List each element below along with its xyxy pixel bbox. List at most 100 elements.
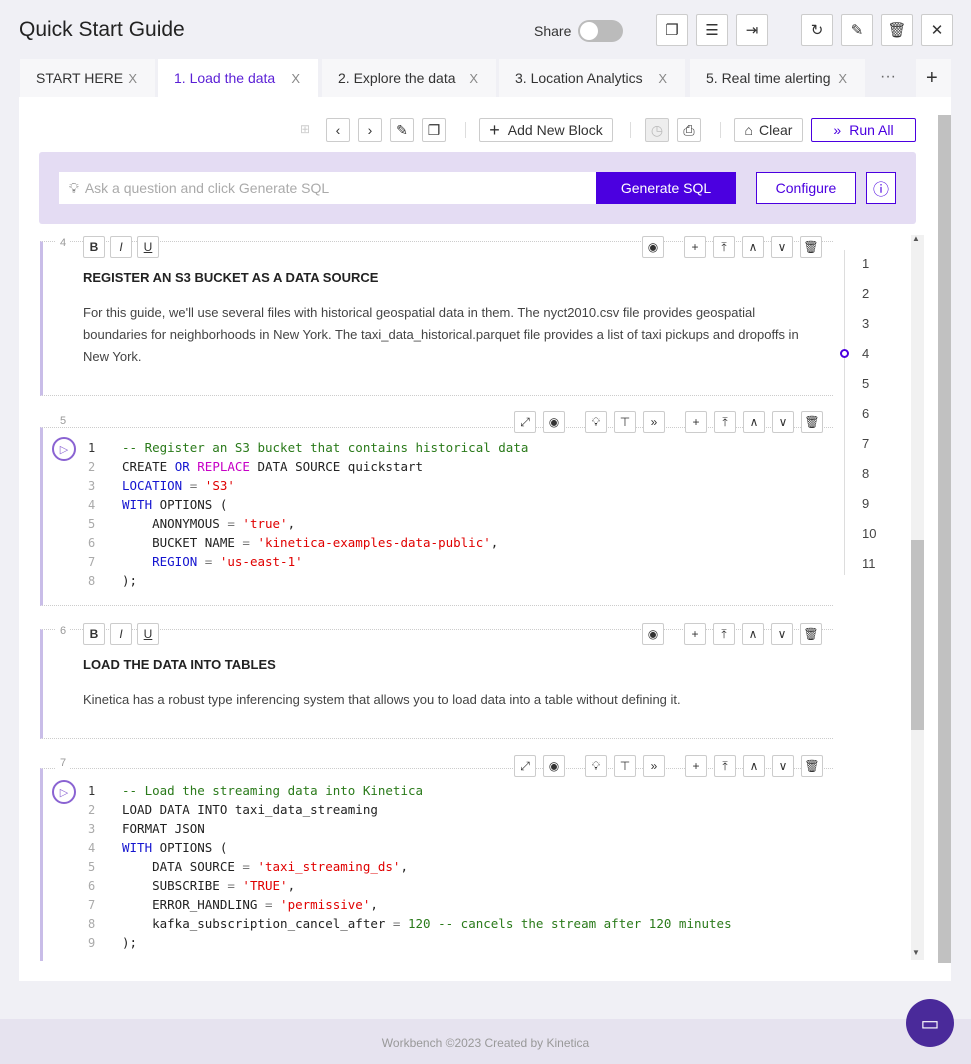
eye-icon[interactable]: ◉ (543, 755, 565, 777)
tab-start-here[interactable]: START HERE X (20, 59, 155, 97)
export-icon[interactable]: ⇥ (736, 14, 768, 46)
italic-button[interactable]: I (110, 236, 132, 258)
move-down-icon[interactable]: ∨ (772, 411, 794, 433)
outline-item[interactable]: 8 (862, 466, 869, 481)
line-number: 5 (88, 859, 96, 874)
underline-button[interactable]: U (137, 236, 159, 258)
outline-item[interactable]: 10 (862, 526, 876, 541)
add-new-block-button[interactable]: + Add New Block (479, 118, 613, 142)
prev-button[interactable]: ‹ (326, 118, 350, 142)
expand-icon[interactable]: ⤢ (514, 411, 536, 433)
next-button[interactable]: › (358, 118, 382, 142)
run-all-button[interactable]: » Run All (811, 118, 916, 142)
close-icon[interactable]: X (291, 71, 300, 86)
trash-icon[interactable]: 🗑 (801, 411, 823, 433)
line-number: 8 (88, 916, 96, 931)
scroll-down-arrow[interactable]: ▼ (912, 948, 920, 957)
trash-icon[interactable]: 🗑 (801, 755, 823, 777)
eye-icon[interactable]: ◉ (543, 411, 565, 433)
tab-location-analytics[interactable]: 3. Location Analytics X (499, 59, 685, 97)
outline-item[interactable]: 4 (862, 346, 869, 361)
outer-scrollbar[interactable] (938, 115, 951, 963)
add-tab-button[interactable]: + (916, 59, 951, 97)
chat-icon[interactable]: ▭ (906, 999, 954, 1047)
double-chevron-icon[interactable]: » (643, 411, 665, 433)
eye-icon[interactable]: ◉ (642, 236, 664, 258)
hierarchy-icon[interactable]: ⊤ (614, 755, 636, 777)
run-cell-button[interactable]: ▷ (52, 780, 76, 804)
refresh-icon[interactable]: ↻ (801, 14, 833, 46)
layout-icon[interactable]: ☰ (696, 14, 728, 46)
outline-item[interactable]: 2 (862, 286, 869, 301)
outline-item[interactable]: 3 (862, 316, 869, 331)
lightbulb-icon[interactable]: 💡︎ (585, 755, 607, 777)
move-up-icon[interactable]: ∧ (742, 236, 764, 258)
outline-item[interactable]: 9 (862, 496, 869, 511)
plus-icon[interactable]: + (685, 411, 707, 433)
move-top-icon[interactable]: ⤒ (714, 755, 736, 777)
history-icon[interactable]: ◷ (645, 118, 669, 142)
move-up-icon[interactable]: ∧ (743, 755, 765, 777)
outline-item[interactable]: 5 (862, 376, 869, 391)
outline-item[interactable]: 1 (862, 256, 869, 271)
move-top-icon[interactable]: ⤒ (714, 411, 736, 433)
clear-button[interactable]: ⌂ Clear (734, 118, 803, 142)
edit-icon[interactable]: ✎ (841, 14, 873, 46)
copy-icon[interactable]: ❐ (656, 14, 688, 46)
move-up-icon[interactable]: ∧ (742, 623, 764, 645)
more-tabs-button[interactable]: ··· (880, 68, 896, 86)
double-chevron-icon[interactable]: » (643, 755, 665, 777)
code-text: -- Register an S3 bucket that contains h… (122, 440, 528, 455)
question-input[interactable]: 💡︎ Ask a question and click Generate SQL (59, 172, 596, 204)
generate-sql-button[interactable]: Generate SQL (596, 172, 736, 204)
italic-button[interactable]: I (110, 623, 132, 645)
share-toggle[interactable] (578, 20, 623, 42)
line-number: 1 (88, 783, 96, 798)
copy-icon[interactable]: ❐ (422, 118, 446, 142)
underline-button[interactable]: U (137, 623, 159, 645)
tab-explore-data[interactable]: 2. Explore the data X (322, 59, 496, 97)
tab-real-time-alerting[interactable]: 5. Real time alerting X (690, 59, 865, 97)
outline-item[interactable]: 6 (862, 406, 869, 421)
plus-icon[interactable]: + (684, 236, 706, 258)
markdown-cell[interactable] (40, 629, 833, 739)
outline-item[interactable]: 11 (862, 556, 876, 571)
move-down-icon[interactable]: ∨ (772, 755, 794, 777)
move-top-icon[interactable]: ⤒ (713, 236, 735, 258)
move-up-icon[interactable]: ∧ (743, 411, 765, 433)
close-icon[interactable]: ✕ (921, 14, 953, 46)
expand-icon[interactable]: ⤢ (514, 755, 536, 777)
run-cell-button[interactable]: ▷ (52, 437, 76, 461)
info-icon[interactable]: ⓘ (866, 172, 896, 204)
print-icon[interactable]: ⎙ (677, 118, 701, 142)
configure-button[interactable]: Configure (756, 172, 856, 204)
move-down-icon[interactable]: ∨ (771, 236, 793, 258)
move-top-icon[interactable]: ⤒ (713, 623, 735, 645)
outline-item[interactable]: 7 (862, 436, 869, 451)
bold-button[interactable]: B (83, 623, 105, 645)
trash-icon[interactable]: 🗑 (800, 236, 822, 258)
hierarchy-icon[interactable]: ⊤ (614, 411, 636, 433)
line-number: 1 (88, 440, 96, 455)
plus-icon[interactable]: + (684, 623, 706, 645)
bold-button[interactable]: B (83, 236, 105, 258)
plus-icon[interactable]: + (685, 755, 707, 777)
trash-icon[interactable]: 🗑 (800, 623, 822, 645)
scrollbar-thumb[interactable] (911, 540, 924, 730)
eye-icon[interactable]: ◉ (642, 623, 664, 645)
trash-icon[interactable]: 🗑 (881, 14, 913, 46)
lightbulb-icon[interactable]: 💡︎ (585, 411, 607, 433)
edit-icon[interactable]: ✎ (390, 118, 414, 142)
tab-load-data[interactable]: 1. Load the data X (158, 59, 318, 97)
question-placeholder: Ask a question and click Generate SQL (84, 180, 330, 196)
code-line: 7 REGION = 'us-east-1' (88, 552, 528, 571)
close-icon[interactable]: X (469, 71, 478, 86)
code-editor[interactable]: 1 -- Register an S3 bucket that contains … (88, 438, 528, 590)
code-line: 1 -- Load the streaming data into Kinetic… (88, 781, 732, 800)
code-editor[interactable]: 1 -- Load the streaming data into Kinetic… (88, 781, 732, 952)
close-icon[interactable]: X (128, 71, 137, 86)
scroll-up-arrow[interactable]: ▲ (912, 234, 920, 243)
close-icon[interactable]: X (658, 71, 667, 86)
move-down-icon[interactable]: ∨ (771, 623, 793, 645)
close-icon[interactable]: X (838, 71, 847, 86)
